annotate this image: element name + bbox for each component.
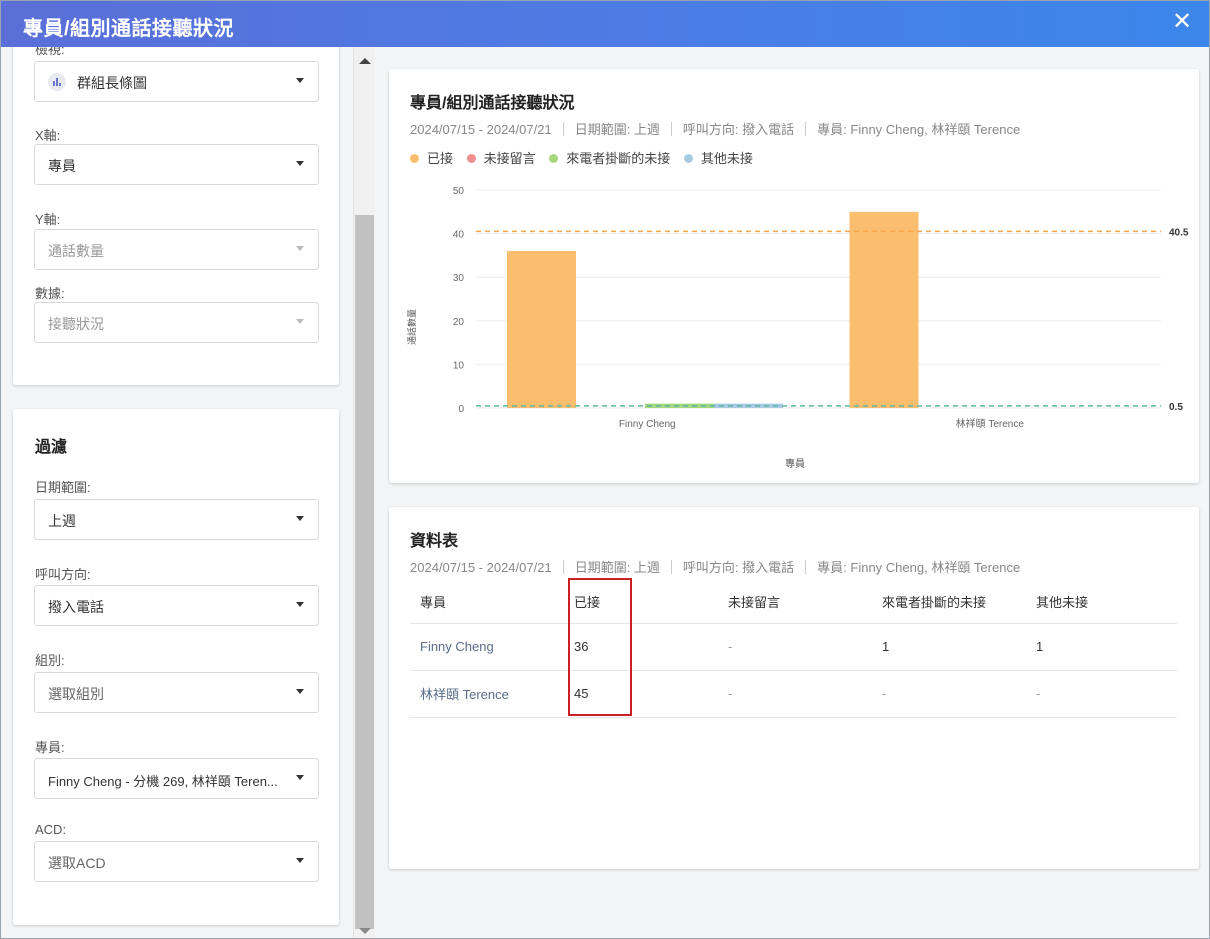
data-table-card: 資料表 2024/07/15 - 2024/07/21 日期範圍: 上週 呼叫方向:… [389,507,1199,869]
chevron-down-icon [296,858,304,863]
agent-select[interactable]: Finny Cheng - 分機 269, 林祥頤 Teren... [34,758,319,799]
y-tick-label: 50 [453,186,465,197]
bar-0-0 [507,251,576,408]
settings-panel: 檢視: 群組長條圖 X軸: 專員 Y軸: 通話數量 數據: 接聽狀況 過濾 日期… [1,47,353,938]
x-tick-label: 林祥頤 Terence [956,417,1025,430]
window-title: 專員/組別通話接聽狀況 [23,18,235,40]
chevron-down-icon [296,775,304,780]
group-select[interactable]: 選取組別 [34,672,319,713]
data-label: 數據: [35,286,65,301]
bar-chart: 0 10 20 30 40 50 Finny Cheng 林祥頤 Terence 40.5 0.5… [406,186,1189,470]
col-caller-hangup[interactable]: 來電者掛斷的未接 [872,581,1026,624]
date-range-label: 日期範圍: [35,480,91,495]
acd-select[interactable]: 選取ACD [34,841,319,882]
y-axis-title: 通話數量 [406,309,417,345]
table-meta: 2024/07/15 - 2024/07/21 日期範圍: 上週 呼叫方向: 撥入電… [410,557,1020,576]
cell-other-missed: 1 [1026,623,1177,671]
title-bar: 專員/組別通話接聽狀況 ✕ [1,1,1209,47]
y-axis-value: 通話數量 [48,243,104,259]
agent-value: Finny Cheng - 分機 269, 林祥頤 Teren... [48,774,278,789]
reference-line-label: 0.5 [1169,402,1183,413]
chevron-down-icon [296,319,304,324]
col-other-missed[interactable]: 其他未接 [1026,581,1177,624]
cell-voicemail: - [718,670,872,718]
view-label: 檢視: [35,47,65,57]
chevron-down-icon [296,689,304,694]
chevron-down-icon [296,516,304,521]
x-axis-select[interactable]: 專員 [34,144,319,185]
col-voicemail[interactable]: 未接留言 [718,581,872,624]
call-direction-select[interactable]: 撥入電話 [34,585,319,626]
bar-chart-icon [48,73,66,91]
close-icon[interactable]: ✕ [1169,9,1195,35]
x-axis-label: X軸: [35,128,61,143]
meta-direction: 呼叫方向: 撥入電話 [682,560,795,575]
filter-heading: 過濾 [35,439,68,456]
meta-agents: 專員: Finny Cheng, 林祥頤 Terence [817,560,1021,575]
filter-card: 過濾 日期範圍: 上週 呼叫方向: 撥入電話 組別: 選取組別 專員: Finn… [13,409,339,925]
bar-0-1 [849,211,919,408]
meta-date: 2024/07/15 - 2024/07/21 [410,560,552,575]
call-direction-label: 呼叫方向: [35,567,91,582]
left-panel-scrollbar[interactable] [353,47,375,938]
meta-range: 日期範圍: 上週 [574,560,660,575]
y-tick-label: 0 [458,404,464,415]
table-title: 資料表 [410,533,459,550]
data-table: 專員 已接 未接留言 來電者掛斷的未接 其他未接 Finny Cheng 36 … [410,581,1177,718]
date-range-value: 上週 [48,513,76,529]
report-panel: 專員/組別通話接聽狀況 2024/07/15 - 2024/07/21 日期範圍:… [375,47,1209,938]
chevron-down-icon [296,246,304,251]
cell-caller-hangup: - [872,670,1026,718]
chart-card: 專員/組別通話接聽狀況 2024/07/15 - 2024/07/21 日期範圍:… [389,69,1199,483]
view-value: 群組長條圖 [77,75,147,91]
table-header-row: 專員 已接 未接留言 來電者掛斷的未接 其他未接 [410,581,1177,624]
table-row: Finny Cheng 36 - 1 1 [410,623,1177,671]
scroll-up-icon[interactable] [359,58,371,64]
y-tick-label: 10 [453,360,465,371]
display-settings-card: 檢視: 群組長條圖 X軸: 專員 Y軸: 通話數量 數據: 接聽狀況 [13,47,339,385]
report-window: 專員/組別通話接聽狀況 ✕ 檢視: 群組長條圖 X軸: 專員 Y軸: 通話數量 … [0,0,1210,939]
group-label: 組別: [35,653,65,668]
x-tick-label: Finny Cheng [619,419,676,430]
chevron-down-icon [296,161,304,166]
call-direction-value: 撥入電話 [48,599,104,615]
table-row: 林祥頤 Terence 45 - - - [410,670,1177,718]
y-tick-label: 40 [453,230,465,241]
reference-line-label: 40.5 [1169,227,1189,238]
chevron-down-icon [296,602,304,607]
x-axis-value: 專員 [48,158,76,174]
cell-other-missed: - [1026,670,1177,718]
y-axis-select[interactable]: 通話數量 [34,229,319,270]
view-select[interactable]: 群組長條圖 [34,61,319,102]
date-range-select[interactable]: 上週 [34,499,319,540]
scrollbar-thumb[interactable] [355,215,374,929]
agent-label: 專員: [35,740,65,755]
cell-agent: Finny Cheng [410,623,564,671]
acd-label: ACD: [35,822,67,837]
y-tick-label: 20 [453,317,465,328]
y-tick-label: 30 [453,273,465,284]
data-value: 接聽狀況 [48,316,104,332]
cell-caller-hangup: 1 [872,623,1026,671]
chevron-down-icon [296,78,304,83]
highlight-box [568,578,632,716]
col-agent[interactable]: 專員 [410,581,564,624]
acd-value: 選取ACD [48,855,106,871]
cell-voicemail: - [718,623,872,671]
y-axis-label: Y軸: [35,212,61,227]
group-value: 選取組別 [48,686,104,702]
x-axis-title: 專員 [785,457,805,470]
data-select[interactable]: 接聽狀況 [34,302,319,343]
scroll-down-icon[interactable] [359,928,371,934]
cell-agent: 林祥頤 Terence [410,670,564,718]
